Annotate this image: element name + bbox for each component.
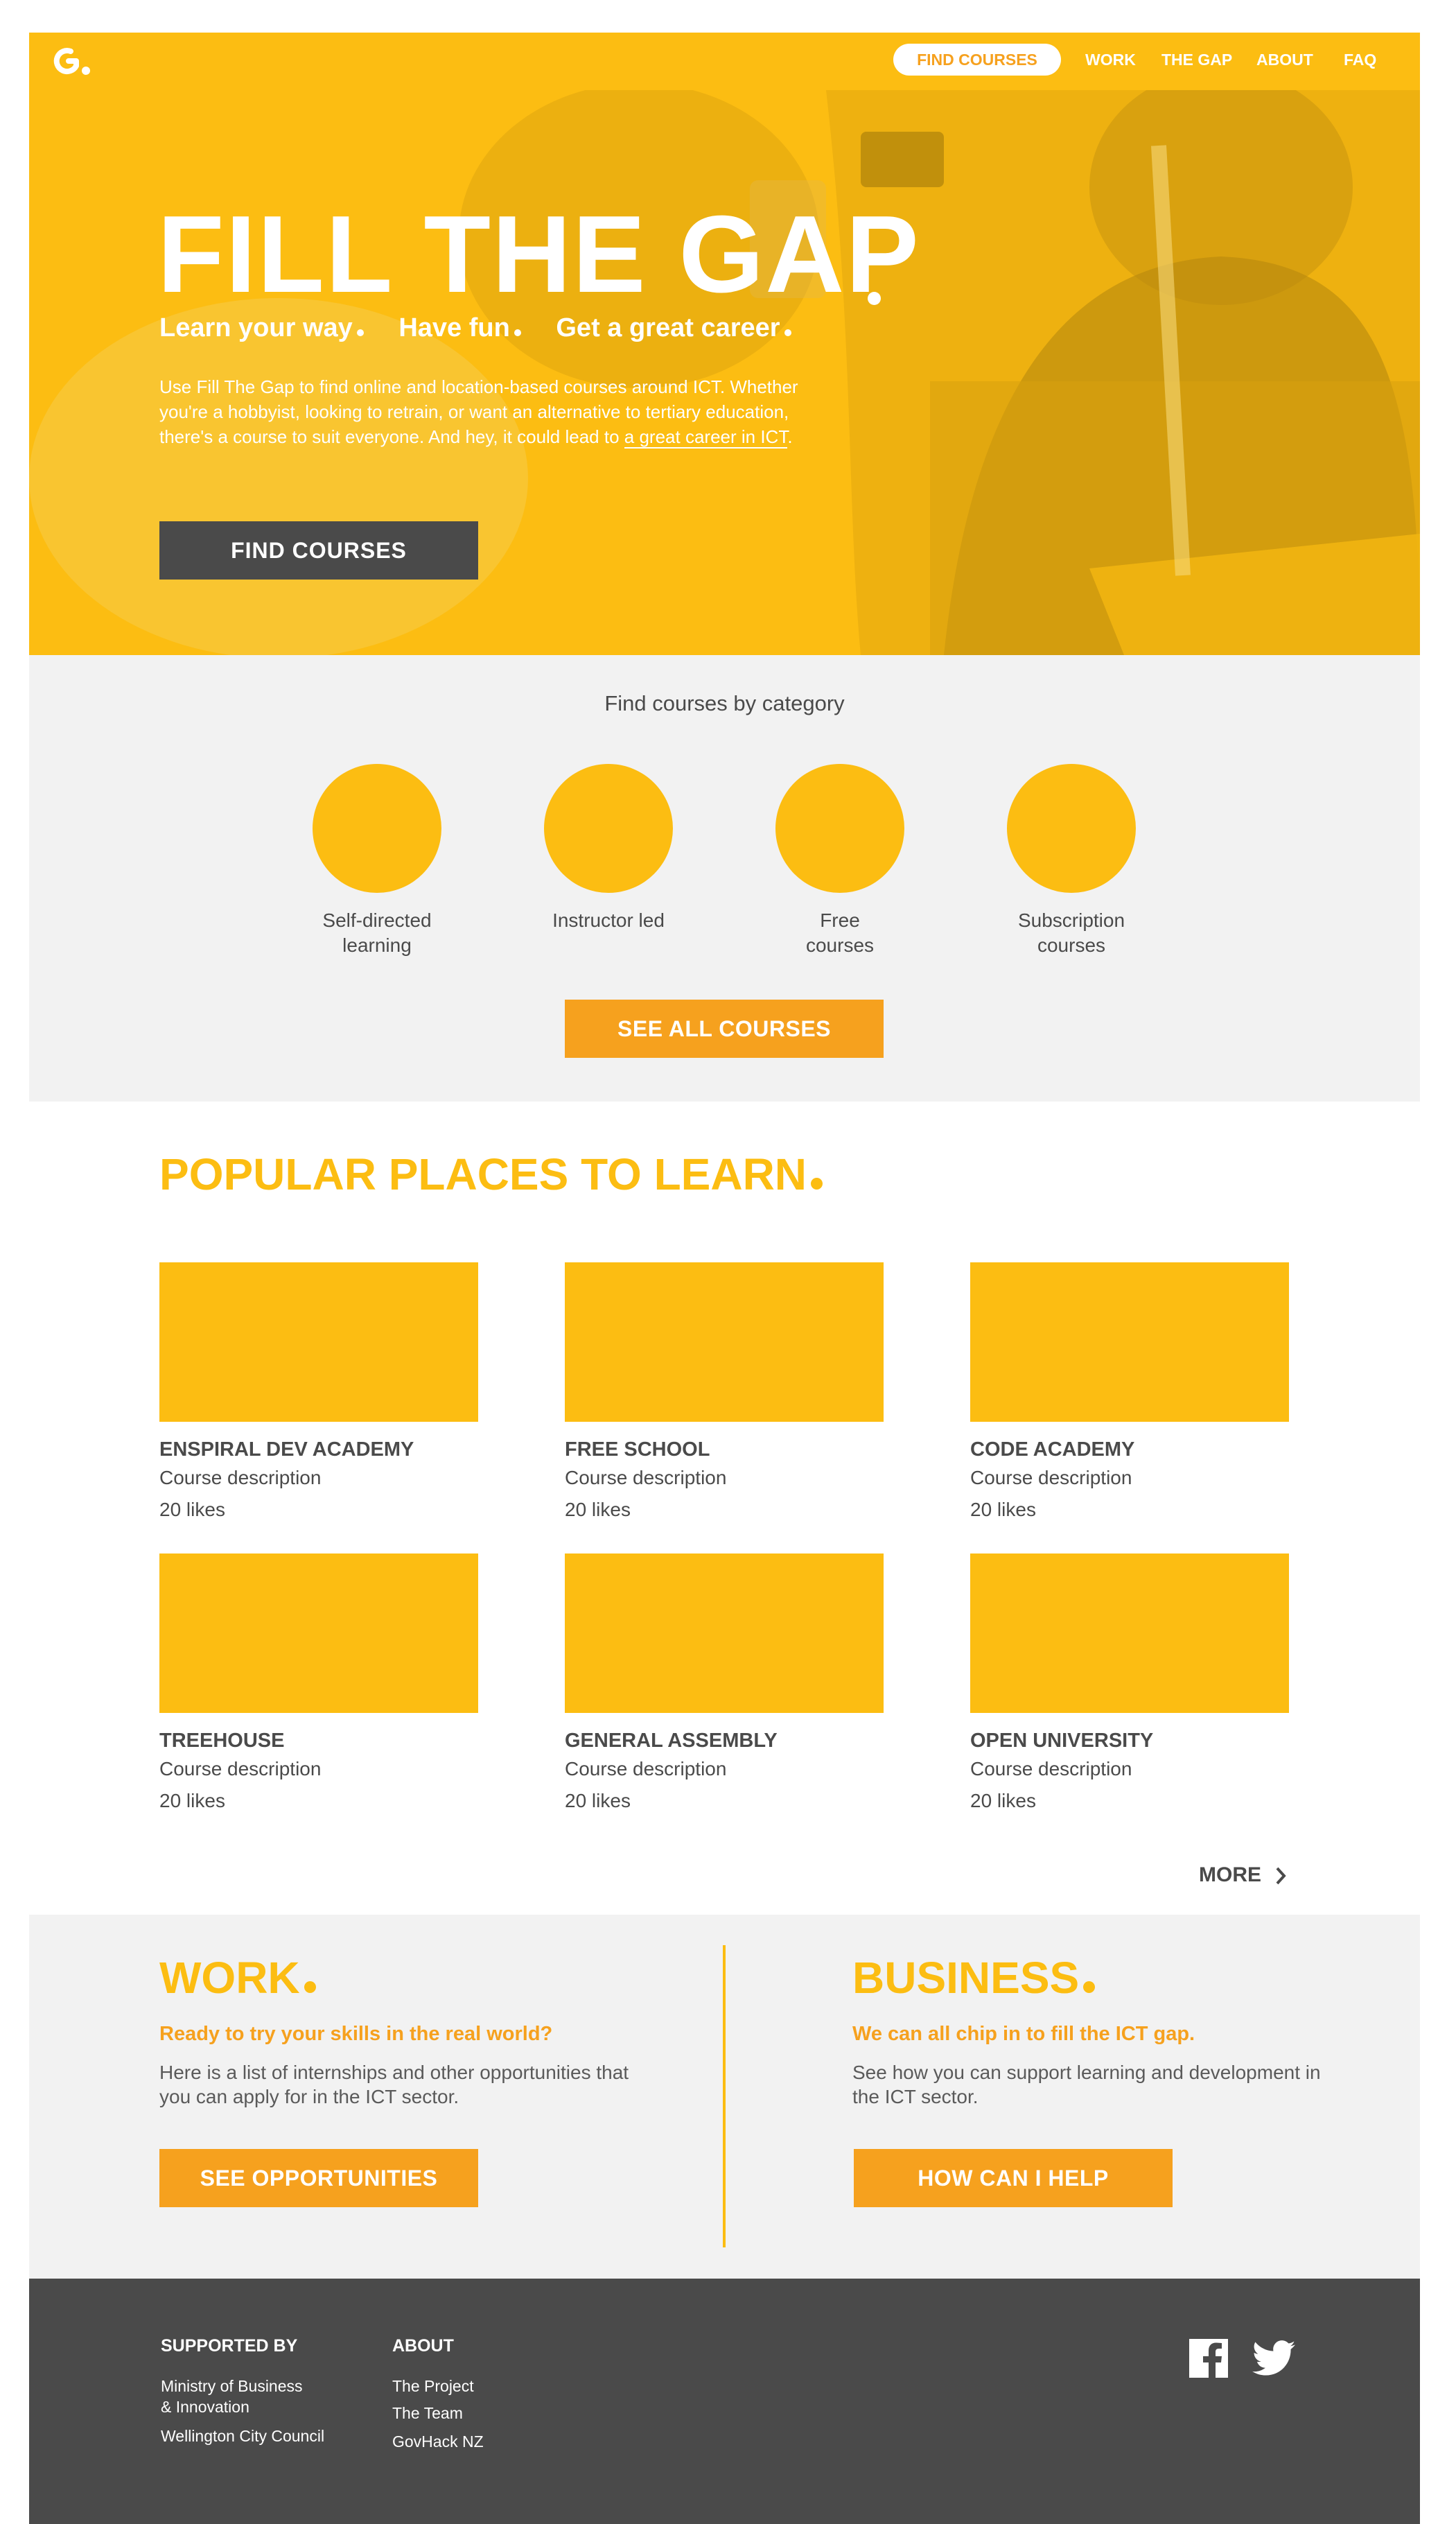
nav-link-about[interactable]: ABOUT — [1256, 44, 1313, 76]
place-name[interactable]: ENSPIRAL DEV ACADEMY — [159, 1438, 478, 1461]
popular-title: POPULAR PLACES TO LEARN — [159, 1149, 823, 1200]
hero-tagline: Learn your way Have fun Get a great care… — [159, 313, 819, 343]
place-name[interactable]: TREEHOUSE — [159, 1730, 478, 1752]
place-likes: 20 likes — [159, 1790, 225, 1811]
place-card[interactable]: FREE SCHOOL Course description 20 likes — [565, 1262, 884, 1521]
title-dot — [811, 1178, 823, 1190]
work-text: Here is a list of internships and other … — [159, 2062, 629, 2107]
place-description: Course description — [565, 1467, 727, 1488]
place-name[interactable]: GENERAL ASSEMBLY — [565, 1730, 884, 1752]
hero-section: FILL THE GAP Learn your way Have fun Get… — [29, 90, 1420, 655]
category-free[interactable]: Free courses — [736, 764, 944, 958]
category-label: Self-directed learning — [322, 909, 432, 956]
place-image[interactable] — [970, 1553, 1289, 1713]
section-divider — [723, 1945, 726, 2247]
tagline-item: Have fun — [398, 313, 521, 342]
footer-link-wcc[interactable]: Wellington City Council — [161, 2426, 324, 2446]
place-name[interactable]: OPEN UNIVERSITY — [970, 1730, 1289, 1752]
place-likes: 20 likes — [565, 1499, 631, 1520]
footer-link-team[interactable]: The Team — [392, 2403, 463, 2423]
place-card[interactable]: TREEHOUSE Course description 20 likes — [159, 1553, 478, 1812]
tagline-item: Learn your way — [159, 313, 364, 342]
category-circle[interactable] — [313, 764, 441, 893]
place-description: Course description — [159, 1467, 322, 1488]
category-section: Find courses by category Self-directed l… — [29, 655, 1420, 1102]
place-card[interactable]: ENSPIRAL DEV ACADEMY Course description … — [159, 1262, 478, 1521]
chevron-right-icon — [1276, 1867, 1287, 1885]
category-self-directed[interactable]: Self-directed learning — [273, 764, 481, 958]
top-nav: FIND COURSES WORK THE GAP ABOUT FAQ — [29, 33, 1420, 90]
footer-link-project[interactable]: The Project — [392, 2376, 474, 2396]
place-description: Course description — [970, 1758, 1132, 1779]
hero-description: Use Fill The Gap to find online and loca… — [159, 376, 798, 449]
work-title: WORK — [159, 1952, 316, 2003]
place-image[interactable] — [970, 1262, 1289, 1422]
great-career-link[interactable]: a great career in ICT — [624, 426, 788, 449]
see-all-courses-button[interactable]: SEE ALL COURSES — [565, 1000, 884, 1058]
hero-title: FILL THE GAP — [157, 193, 920, 315]
tagline-item: Get a great career — [556, 313, 791, 342]
nav-link-work[interactable]: WORK — [1085, 44, 1136, 76]
work-business-section: WORK Ready to try your skills in the rea… — [29, 1915, 1420, 2279]
category-instructor-led[interactable]: Instructor led — [505, 764, 712, 933]
business-subtitle: We can all chip in to fill the ICT gap. — [852, 2023, 1195, 2045]
hero-title-dot — [868, 292, 881, 305]
place-description: Course description — [565, 1758, 727, 1779]
logo-icon[interactable] — [50, 45, 91, 78]
footer: SUPPORTED BY Ministry of Business & Inno… — [29, 2279, 1420, 2524]
place-image[interactable] — [159, 1262, 478, 1422]
place-card[interactable]: GENERAL ASSEMBLY Course description 20 l… — [565, 1553, 884, 1812]
category-label: Free courses — [805, 909, 875, 956]
how-can-i-help-button[interactable]: HOW CAN I HELP — [854, 2149, 1173, 2207]
place-likes: 20 likes — [565, 1790, 631, 1811]
twitter-icon[interactable] — [1252, 2339, 1295, 2378]
place-likes: 20 likes — [159, 1499, 225, 1520]
place-likes: 20 likes — [970, 1499, 1036, 1520]
place-name[interactable]: FREE SCHOOL — [565, 1438, 884, 1461]
work-subtitle: Ready to try your skills in the real wor… — [159, 2023, 553, 2045]
place-name[interactable]: CODE ACADEMY — [970, 1438, 1289, 1461]
business-text: See how you can support learning and dev… — [852, 2062, 1321, 2107]
category-label: Subscription courses — [1017, 909, 1125, 956]
see-opportunities-button[interactable]: SEE OPPORTUNITIES — [159, 2149, 478, 2207]
footer-supported-heading: SUPPORTED BY — [161, 2336, 298, 2356]
nav-link-the-gap[interactable]: THE GAP — [1161, 44, 1232, 76]
category-circle[interactable] — [775, 764, 904, 893]
category-subscription[interactable]: Subscription courses — [967, 764, 1175, 958]
place-description: Course description — [159, 1758, 322, 1779]
place-image[interactable] — [565, 1553, 884, 1713]
place-card[interactable]: CODE ACADEMY Course description 20 likes — [970, 1262, 1289, 1521]
nav-find-courses-button[interactable]: FIND COURSES — [893, 44, 1061, 76]
footer-link-govhack[interactable]: GovHack NZ — [392, 2431, 484, 2452]
place-image[interactable] — [159, 1553, 478, 1713]
place-card[interactable]: OPEN UNIVERSITY Course description 20 li… — [970, 1553, 1289, 1812]
facebook-icon[interactable] — [1189, 2339, 1228, 2378]
place-likes: 20 likes — [970, 1790, 1036, 1811]
footer-about-heading: ABOUT — [392, 2336, 454, 2356]
footer-link-mbie[interactable]: Ministry of Business & Innovation — [161, 2376, 303, 2417]
place-description: Course description — [970, 1467, 1132, 1488]
category-circle[interactable] — [544, 764, 673, 893]
category-label: Instructor led — [552, 909, 665, 931]
place-image[interactable] — [565, 1262, 884, 1422]
business-title: BUSINESS — [852, 1952, 1096, 2003]
category-title: Find courses by category — [604, 691, 845, 715]
nav-link-faq[interactable]: FAQ — [1344, 44, 1376, 76]
hero-find-courses-button[interactable]: FIND COURSES — [159, 521, 478, 580]
category-circle[interactable] — [1007, 764, 1136, 893]
more-link[interactable]: MORE — [1199, 1863, 1288, 1887]
